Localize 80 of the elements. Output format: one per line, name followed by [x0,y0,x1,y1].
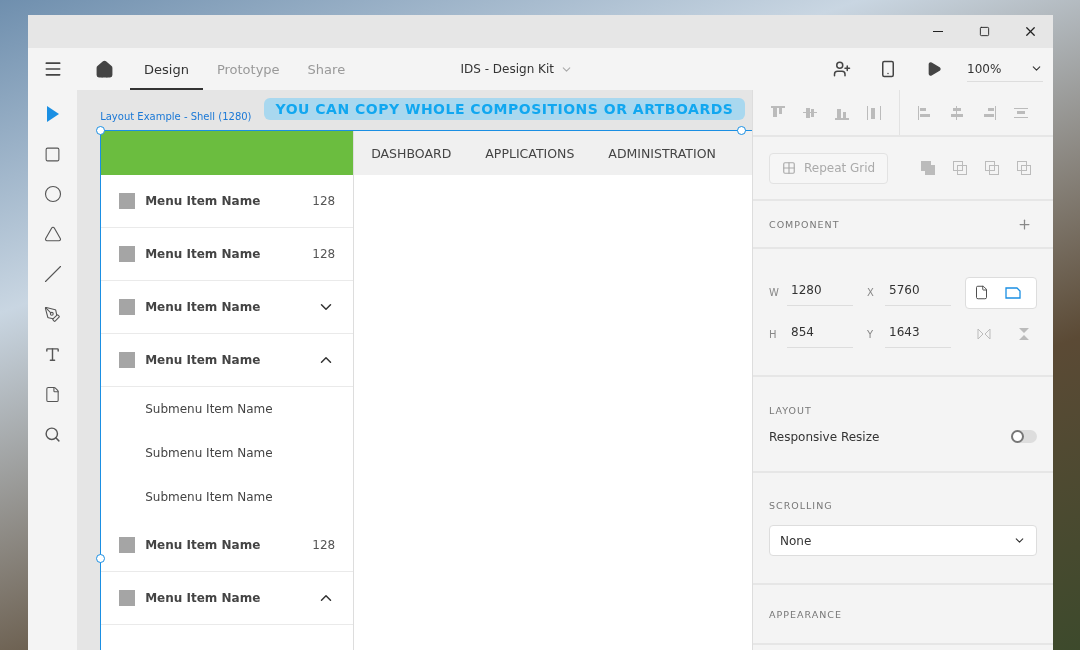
dimension-field[interactable]: 5760 [885,279,951,306]
section-title: SCROLLING [769,500,834,511]
artboard-icon [44,385,62,403]
line-icon [43,265,62,283]
nav-item[interactable]: APPLICATIONS [468,131,592,175]
grid-icon [782,161,796,175]
user-plus-icon [833,60,851,78]
menu-item[interactable]: Menu Item Name [101,334,354,387]
overlap-squares-icon [1017,161,1031,175]
phone-icon [879,60,897,78]
artboard[interactable]: Menu Item Name 128 Menu Item Name 128 Menu Item Name Menu Item Name Submenu Item Name Submenu Item Name Submenu Item Name Menu Item Name 128 Menu Item Name DASHBOARD APPLICATIONS ADMINISTRATION [100,130,752,650]
minimize-icon [933,31,943,32]
menu-item-label: Menu Item Name [145,194,262,208]
align-icon [803,105,817,120]
square-icon [119,590,136,606]
section-title: LAYOUT [769,404,813,416]
item-count: 128 [312,247,336,261]
overlap-squares-icon [985,161,999,175]
align-icon [771,105,785,120]
submenu-item[interactable]: Submenu Item Name [101,475,354,519]
menu-item-label: Menu Item Name [145,353,262,367]
pointer-icon [45,106,60,122]
field-label: Y [867,328,875,340]
scrolling-select[interactable]: None [769,525,1037,556]
square-icon [119,246,136,262]
menu-item-label: Menu Item Name [145,591,262,605]
section-title: APPEARANCE [769,608,843,620]
document-title[interactable]: IDS - Design Kit [454,61,579,77]
flip-horizontal-icon [977,328,991,340]
menu-item[interactable]: Menu Item Name [101,572,354,625]
search-icon [44,425,62,443]
text-icon [44,345,62,363]
menu-item[interactable]: Menu Item Name 128 [101,175,354,228]
menu-item[interactable]: Menu Item Name 128 [101,519,354,572]
menu-item[interactable]: Menu Item Name 128 [101,228,354,281]
page-icon [974,285,989,300]
flip-vertical-icon [1018,327,1030,341]
menu-item-label: Menu Item Name [145,538,262,552]
square-icon [119,299,136,315]
section-title: COMPONENT [769,218,840,230]
menu-icon [43,59,63,79]
dimension-field[interactable]: 854 [787,320,853,348]
overlap-squares-icon [921,161,935,175]
overlap-squares-icon [953,161,967,175]
align-icon [1014,105,1028,120]
submenu-item[interactable]: Submenu Item Name [101,431,354,475]
align-icon [950,105,964,120]
play-icon [926,61,942,77]
align-icon [982,105,996,120]
banner-text: YOU CAN COPY WHOLE COMPOSITIONS OR ARTBOARDS [263,98,746,120]
maximize-icon [978,26,990,37]
field-label: H [769,328,778,340]
menu-item[interactable]: Menu Item Name [101,281,354,334]
field-label: W [769,287,779,298]
nav-item[interactable]: DASHBOARD [354,131,469,175]
menu-item-label: Menu Item Name [145,300,262,314]
dimension-field[interactable]: 1643 [885,320,951,348]
setting-label: Responsive Resize [769,429,880,444]
plus-icon [1016,216,1032,232]
align-icon [867,105,881,120]
page-icon [1004,286,1021,299]
triangle-icon [43,225,62,243]
align-icon [918,105,932,120]
item-count: 128 [312,538,336,552]
square-icon [119,193,136,209]
item-count: 128 [312,194,336,208]
submenu-item[interactable]: Submenu Item Name [101,387,354,431]
ellipse-icon [43,185,62,203]
rectangle-icon [44,145,62,163]
toggle-switch[interactable] [1011,430,1037,443]
home-icon [94,59,114,79]
nav-item[interactable]: ADMINISTRATION [591,131,733,175]
square-icon [119,352,136,368]
artboard-label[interactable]: Layout Example - Shell (1280) [100,110,252,122]
zoom-select[interactable]: 100% [967,56,1043,82]
square-icon [119,537,136,553]
dimension-field[interactable]: 1280 [787,279,853,306]
field-label: X [867,287,875,298]
pen-icon [44,305,62,323]
menu-item-label: Menu Item Name [145,247,262,261]
